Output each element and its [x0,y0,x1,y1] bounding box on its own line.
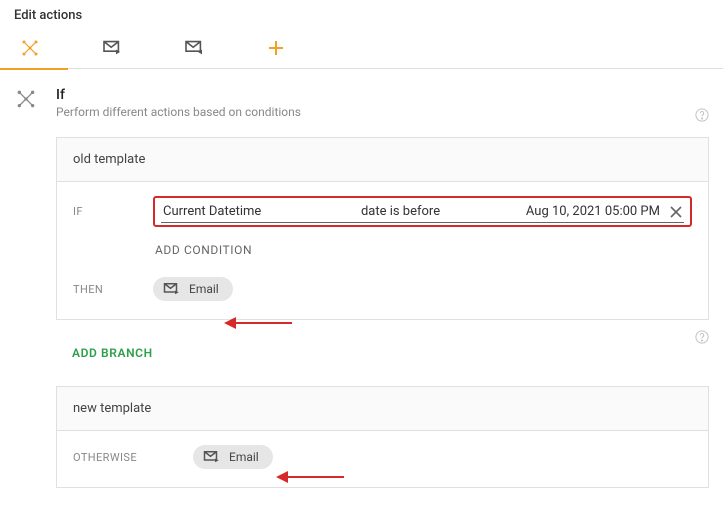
mail-out-icon [102,40,122,56]
chip-label: Email [229,450,259,464]
branch-icon [21,39,39,57]
add-branch-button[interactable]: ADD BRANCH [56,338,169,368]
otherwise-label: OTHERWISE [73,451,193,464]
then-label: THEN [73,283,153,296]
mail-send-icon [203,450,221,464]
plus-icon [269,41,283,55]
chip-label: Email [189,282,219,296]
section-subtitle: Perform different actions based on condi… [56,105,301,119]
then-email-chip[interactable]: Email [153,277,233,301]
tab-email-out[interactable] [92,27,132,69]
condition-operator[interactable]: date is before [361,204,526,219]
branch-icon [14,87,38,109]
branch-title[interactable]: old template [57,138,708,182]
branch-old-template: old template IF Current Datetime date is… [56,137,709,320]
tab-email-in[interactable] [174,27,214,69]
mail-send-icon [163,282,181,296]
mail-in-icon [184,40,204,56]
condition-clear-button[interactable] [670,206,682,218]
section-title: If [56,87,301,103]
add-condition-button[interactable]: ADD CONDITION [155,243,692,257]
annotation-arrow [224,314,294,336]
if-label: IF [73,205,153,218]
branch-new-template: new template OTHERWISE Email [56,386,709,488]
annotation-arrow [276,468,346,490]
help-icon[interactable] [695,108,709,122]
tab-if-action[interactable] [10,27,50,69]
help-icon[interactable] [695,330,709,344]
tab-add-action[interactable] [256,27,296,69]
branch-title[interactable]: new template [57,387,708,431]
condition-value[interactable]: Aug 10, 2021 05:00 PM [526,204,660,219]
condition-field[interactable]: Current Datetime [163,204,361,219]
page-title: Edit actions [0,0,723,27]
otherwise-email-chip[interactable]: Email [193,445,273,469]
section-header: If Perform different actions based on co… [14,87,709,119]
close-icon [670,206,682,218]
action-tabs [0,27,723,69]
condition-row[interactable]: Current Datetime date is before Aug 10, … [153,196,692,227]
